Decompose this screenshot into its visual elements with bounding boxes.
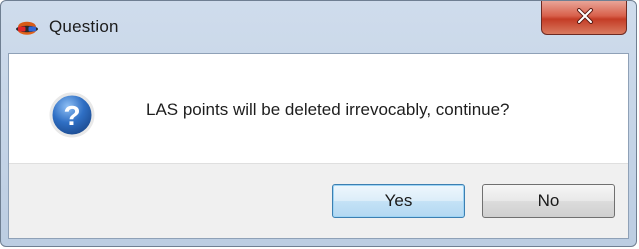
dialog-body: ? LAS points will be deleted irrevocably… xyxy=(8,53,629,239)
svg-text:?: ? xyxy=(63,100,80,131)
question-icon: ? xyxy=(49,92,95,138)
stereo-glasses-icon xyxy=(15,16,39,40)
button-bar: Yes No xyxy=(9,163,628,238)
dialog-message: LAS points will be deleted irrevocably, … xyxy=(146,100,510,119)
close-icon xyxy=(577,8,593,24)
question-dialog: Question ? LAS points will be deleted ir… xyxy=(0,0,637,247)
close-button[interactable] xyxy=(541,1,627,35)
title-bar[interactable]: Question xyxy=(7,1,630,51)
yes-button[interactable]: Yes xyxy=(332,184,465,218)
no-button[interactable]: No xyxy=(482,184,615,218)
window-title: Question xyxy=(49,17,119,36)
